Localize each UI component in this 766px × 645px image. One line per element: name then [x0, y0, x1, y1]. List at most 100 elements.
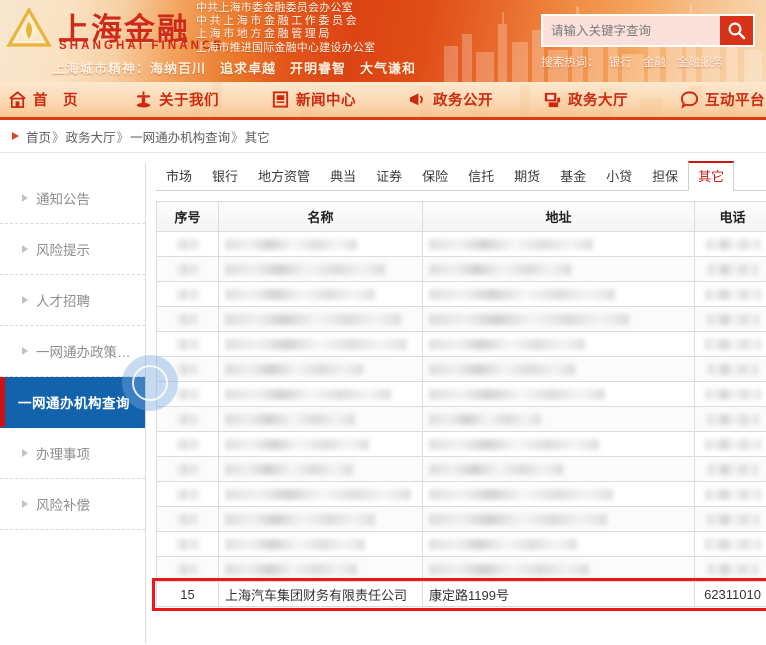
redaction-blur: [176, 489, 199, 501]
nav-item-home[interactable]: 首 页: [8, 89, 78, 110]
redaction-blur: [429, 539, 577, 551]
breadcrumb-item-0[interactable]: 首页: [26, 127, 51, 146]
column-header-index: 序号: [156, 201, 219, 232]
hot-word-2[interactable]: 金融服务: [677, 57, 723, 69]
nav-skyline-decoration-icon: [190, 82, 738, 117]
tab-securities[interactable]: 证券: [366, 161, 412, 191]
tab-pawn[interactable]: 典当: [320, 161, 366, 191]
redacted-address: [422, 231, 695, 257]
redaction-blur: [429, 514, 607, 526]
nav-item-news[interactable]: 新闻中心: [271, 89, 356, 110]
triangle-right-icon: [22, 347, 28, 355]
hot-search-words: 搜索热词： 银行 金融 金融服务: [541, 54, 755, 70]
tab-other[interactable]: 其它: [688, 161, 735, 191]
redaction-blur: [429, 489, 613, 501]
redacted-name: [218, 231, 423, 257]
redaction-blur: [176, 539, 199, 551]
redacted-address: [422, 331, 695, 357]
hot-word-1[interactable]: 金融: [643, 57, 666, 69]
redaction-blur: [704, 339, 761, 351]
redaction-blur: [225, 564, 357, 576]
redacted-phone: [694, 331, 766, 357]
redaction-blur: [177, 414, 198, 426]
tab-market[interactable]: 市场: [156, 161, 202, 191]
main-navigation: 首 页 关于我们 新闻中心 政务公开 政务大厅 互动平台: [0, 82, 766, 120]
tab-local-amc[interactable]: 地方资管: [248, 161, 320, 191]
redacted-index: [156, 256, 219, 282]
sidebar-item-notice[interactable]: 通知公告: [0, 173, 145, 224]
redacted-address: [422, 381, 695, 407]
tab-microloan[interactable]: 小贷: [596, 161, 642, 191]
redaction-blur: [706, 314, 759, 326]
sidebar-item-institution-query[interactable]: 一网通办机构查询: [0, 377, 145, 428]
sidebar-item-risk-compensation[interactable]: 风险补偿: [0, 479, 145, 530]
redaction-blur: [429, 439, 599, 451]
redacted-phone: [694, 431, 766, 457]
nav-item-about[interactable]: 关于我们: [134, 89, 219, 110]
triangle-right-icon: [12, 132, 19, 140]
column-header-name: 名称: [218, 201, 423, 232]
redacted-address: [422, 556, 695, 582]
tab-insurance[interactable]: 保险: [412, 161, 458, 191]
sidebar-item-risk-warning[interactable]: 风险提示: [0, 224, 145, 275]
triangle-right-icon: [22, 449, 28, 457]
nav-item-interaction[interactable]: 互动平台: [680, 89, 765, 110]
tab-guarantee[interactable]: 担保: [642, 161, 688, 191]
table-row: [156, 331, 766, 357]
sidebar-item-recruitment[interactable]: 人才招聘: [0, 275, 145, 326]
redaction-blur: [225, 314, 401, 326]
hot-word-0[interactable]: 银行: [609, 57, 632, 69]
redaction-blur: [225, 539, 365, 551]
redaction-blur: [429, 264, 571, 276]
triangle-right-icon: [22, 500, 28, 508]
redaction-blur: [704, 439, 761, 451]
breadcrumb-separator-0: 》: [52, 130, 65, 145]
table-row: [156, 481, 766, 507]
sidebar-item-policy[interactable]: 一网通办政策…: [0, 326, 145, 377]
table-row: [156, 306, 766, 332]
nav-item-service-hall[interactable]: 政务大厅: [543, 89, 628, 110]
redacted-index: [156, 531, 219, 557]
tab-trust[interactable]: 信托: [458, 161, 504, 191]
redacted-name: [218, 531, 423, 557]
tab-futures[interactable]: 期货: [504, 161, 550, 191]
breadcrumb-item-2[interactable]: 一网通办机构查询: [130, 127, 230, 146]
redaction-blur: [177, 364, 198, 376]
redaction-blur: [429, 289, 615, 301]
nav-label-service-hall: 政务大厅: [568, 92, 628, 109]
redacted-phone: [694, 231, 766, 257]
nav-item-affairs-open[interactable]: 政务公开: [408, 89, 493, 110]
service-hall-icon: [544, 92, 561, 108]
breadcrumb-item-3: 其它: [244, 130, 270, 145]
redaction-blur: [225, 289, 375, 301]
redaction-blur: [225, 464, 353, 476]
tab-bank[interactable]: 银行: [202, 161, 248, 191]
redaction-blur: [704, 489, 761, 501]
table-row: [156, 556, 766, 582]
redaction-blur: [176, 389, 199, 401]
table-row: [156, 281, 766, 307]
home-icon: [9, 91, 26, 108]
redacted-index: [156, 506, 219, 532]
search-button[interactable]: [720, 16, 753, 45]
redacted-phone: [694, 506, 766, 532]
tab-fund[interactable]: 基金: [550, 161, 596, 191]
sidebar: 通知公告 风险提示 人才招聘 一网通办政策… 一网通办机构查询 办理事项 风险补…: [0, 163, 146, 644]
redacted-address: [422, 356, 695, 382]
redacted-name: [218, 406, 423, 432]
page-body: 通知公告 风险提示 人才招聘 一网通办政策… 一网通办机构查询 办理事项 风险补…: [0, 153, 766, 644]
search-input[interactable]: [543, 16, 720, 45]
sidebar-item-handling-matters[interactable]: 办理事项: [0, 428, 145, 479]
redacted-name: [218, 506, 423, 532]
redacted-address: [422, 531, 695, 557]
redaction-blur: [429, 389, 605, 401]
redacted-address: [422, 456, 695, 482]
redaction-blur: [706, 514, 759, 526]
redacted-phone: [694, 481, 766, 507]
redacted-name: [218, 431, 423, 457]
cell-name: 上海汽车集团财务有限责任公司: [218, 581, 423, 607]
nav-label-interaction: 互动平台: [705, 92, 765, 109]
redacted-phone: [694, 531, 766, 557]
column-header-address: 地址: [422, 201, 695, 232]
breadcrumb-item-1[interactable]: 政务大厅: [66, 127, 116, 146]
